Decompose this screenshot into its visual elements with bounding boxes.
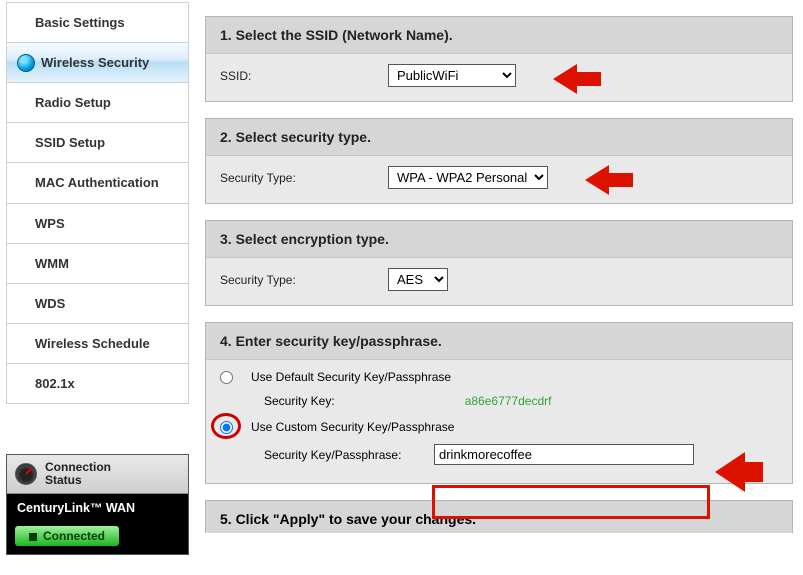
- ssid-select[interactable]: PublicWiFi: [388, 64, 516, 87]
- custom-key-label: Security Key/Passphrase:: [264, 448, 414, 462]
- enc-type-label: Security Type:: [220, 273, 370, 287]
- radio-custom-key[interactable]: [220, 421, 233, 434]
- nav-8021x[interactable]: 802.1x: [7, 364, 188, 403]
- section-ssid: 1. Select the SSID (Network Name). SSID:…: [205, 16, 793, 102]
- nav-basic-settings[interactable]: Basic Settings: [7, 3, 188, 43]
- connection-title: Connection Status: [45, 461, 111, 487]
- default-key-value: a86e6777decdrf: [465, 394, 552, 408]
- nav-mac-auth[interactable]: MAC Authentication: [7, 163, 188, 204]
- section-sec-type-head: 2. Select security type.: [206, 119, 792, 155]
- passphrase-input[interactable]: [434, 444, 694, 465]
- section-sec-type: 2. Select security type. Security Type: …: [205, 118, 793, 204]
- gauge-icon: [15, 463, 37, 485]
- nav-wds[interactable]: WDS: [7, 284, 188, 324]
- default-key-label: Security Key:: [264, 394, 335, 408]
- annotation-arrow-sectype: [585, 165, 633, 195]
- radio-custom-label: Use Custom Security Key/Passphrase: [251, 420, 454, 434]
- annotation-arrow-pass: [715, 452, 763, 482]
- nav-wireless-schedule[interactable]: Wireless Schedule: [7, 324, 188, 364]
- status-badge: Connected: [15, 526, 119, 546]
- nav-radio-setup[interactable]: Radio Setup: [7, 83, 188, 123]
- sec-type-select[interactable]: WPA - WPA2 Personal: [388, 166, 548, 189]
- ssid-label: SSID:: [220, 69, 370, 83]
- connection-status-header: Connection Status: [7, 455, 188, 494]
- sidebar: Basic Settings Wireless Security Radio S…: [0, 0, 195, 575]
- section-enc-type: 3. Select encryption type. Security Type…: [205, 220, 793, 306]
- section-key-head: 4. Enter security key/passphrase.: [206, 323, 792, 359]
- nav-wps[interactable]: WPS: [7, 204, 188, 244]
- section-ssid-head: 1. Select the SSID (Network Name).: [206, 17, 792, 53]
- radio-default-label: Use Default Security Key/Passphrase: [251, 370, 451, 384]
- nav-ssid-setup[interactable]: SSID Setup: [7, 123, 188, 163]
- radio-default-key[interactable]: [220, 371, 233, 384]
- section-key: 4. Enter security key/passphrase. Use De…: [205, 322, 793, 484]
- main-content: 1. Select the SSID (Network Name). SSID:…: [195, 0, 803, 575]
- sec-type-label: Security Type:: [220, 171, 370, 185]
- wan-label: CenturyLink™ WAN: [7, 494, 188, 522]
- enc-type-select[interactable]: AES: [388, 268, 448, 291]
- section-enc-type-head: 3. Select encryption type.: [206, 221, 792, 257]
- nav-menu: Basic Settings Wireless Security Radio S…: [6, 2, 189, 404]
- nav-wireless-security[interactable]: Wireless Security: [7, 43, 188, 83]
- nav-wmm[interactable]: WMM: [7, 244, 188, 284]
- annotation-arrow-ssid: [553, 64, 601, 94]
- connection-status-panel: Connection Status CenturyLink™ WAN Conne…: [6, 454, 189, 555]
- section-apply: 5. Click "Apply" to save your changes.: [205, 500, 793, 533]
